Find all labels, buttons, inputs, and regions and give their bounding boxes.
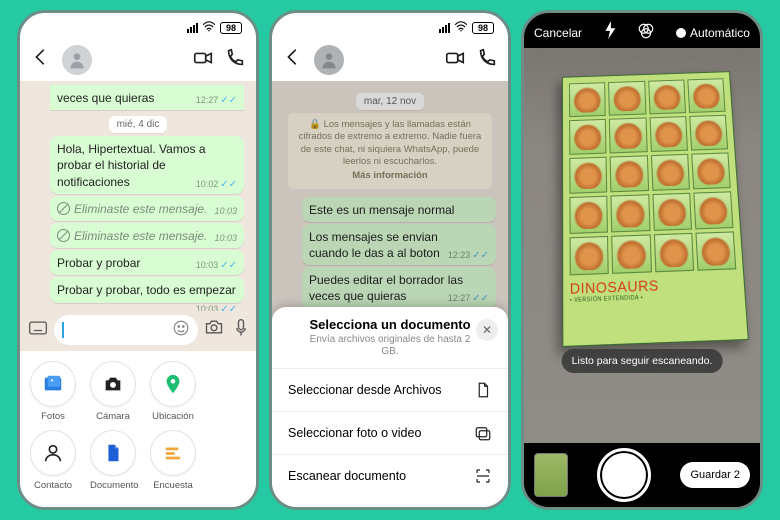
- scanner-top-bar: Cancelar Automático: [524, 13, 760, 48]
- ban-icon: [57, 202, 70, 215]
- cancel-button[interactable]: Cancelar: [534, 26, 582, 40]
- scanned-document: DINOSAURS • VERSIÓN EXTENDIDA •: [562, 71, 749, 347]
- attach-location[interactable]: Ubicación: [150, 361, 196, 422]
- thumbnail-preview[interactable]: [534, 453, 568, 497]
- document-picker-sheet: Selecciona un documento Envía archivos o…: [272, 307, 508, 507]
- message-bubble[interactable]: Puedes editar el borrador las veces que …: [302, 267, 496, 308]
- filter-button[interactable]: [637, 22, 655, 43]
- auto-mode-button[interactable]: Automático: [676, 26, 750, 40]
- status-bar: 98: [272, 13, 508, 39]
- message-text: Probar y probar, todo es empezar: [57, 283, 236, 297]
- chat-header: [20, 39, 256, 81]
- wifi-icon: [202, 21, 216, 35]
- attach-camera[interactable]: Cámara: [90, 361, 136, 422]
- signal-icon: [187, 23, 198, 33]
- save-button[interactable]: Guardar 2: [680, 462, 750, 488]
- phone-document-picker: 98 mar, 12 nov 🔒 Los mensajes y las llam…: [269, 10, 511, 510]
- deleted-message[interactable]: Eliminaste este mensaje. 10:03: [50, 196, 244, 221]
- media-icon: [474, 424, 492, 442]
- message-bubble[interactable]: Hola, Hipertextual. Vamos a probar el hi…: [50, 136, 244, 194]
- scan-icon: [474, 467, 492, 485]
- camera-icon[interactable]: [204, 318, 224, 343]
- deleted-message[interactable]: Eliminaste este mensaje. 10:03: [50, 223, 244, 248]
- chat-body: veces que quieras 12:27✓✓ mié, 4 dic Hol…: [20, 81, 256, 311]
- message-bubble[interactable]: Probar y probar, todo es empezar 10:03✓✓: [50, 277, 244, 302]
- message-bubble[interactable]: Los mensajes se envian cuando le das a a…: [302, 224, 496, 265]
- sheet-title: Selecciona un documento: [302, 317, 478, 332]
- ban-icon: [57, 229, 70, 242]
- avatar[interactable]: [62, 45, 92, 75]
- attach-photos[interactable]: Fotos: [30, 361, 76, 422]
- back-button[interactable]: [282, 46, 304, 74]
- phone-attach-menu: 98 veces que quieras 12:27✓✓ mié, 4 dic …: [17, 10, 259, 510]
- message-bubble[interactable]: veces que quieras 12:27✓✓: [50, 85, 244, 110]
- flash-button[interactable]: [603, 21, 617, 44]
- file-icon: [474, 381, 492, 399]
- shutter-button[interactable]: [597, 448, 651, 502]
- wifi-icon: [454, 21, 468, 35]
- voice-call-button[interactable]: [476, 47, 498, 74]
- phone-scanner: Cancelar Automático DINOSAURS • VERSIÓN …: [521, 10, 763, 510]
- camera-viewfinder[interactable]: DINOSAURS • VERSIÓN EXTENDIDA • Listo pa…: [524, 48, 760, 443]
- battery-level: 98: [220, 22, 242, 34]
- chat-header: [272, 39, 508, 81]
- video-call-button[interactable]: [444, 47, 466, 74]
- keyboard-icon[interactable]: [28, 320, 48, 341]
- date-separator: mar, 12 nov: [280, 93, 500, 107]
- battery-level: 98: [472, 22, 494, 34]
- option-select-photo-video[interactable]: Seleccionar foto o video: [272, 411, 508, 454]
- message-text: veces que quieras: [57, 91, 154, 105]
- back-button[interactable]: [30, 46, 52, 74]
- message-bubble[interactable]: Probar y probar 10:03✓✓: [50, 250, 244, 275]
- avatar[interactable]: [314, 45, 344, 75]
- attach-poll[interactable]: Encuesta: [150, 430, 196, 491]
- message-text: Hola, Hipertextual. Vamos a probar el hi…: [57, 142, 206, 188]
- sheet-subtitle: Envía archivos originales de hasta 2 GB.: [302, 334, 478, 358]
- option-select-from-files[interactable]: Seleccionar desde Archivos: [272, 368, 508, 411]
- encryption-notice[interactable]: 🔒 Los mensajes y las llamadas están cifr…: [288, 113, 492, 189]
- dot-icon: [676, 28, 686, 38]
- option-scan-document[interactable]: Escanear documento: [272, 454, 508, 497]
- message-text: Probar y probar: [57, 256, 140, 270]
- close-button[interactable]: ✕: [476, 319, 498, 341]
- status-bar: 98: [20, 13, 256, 39]
- attachment-sheet: Fotos Cámara Ubicación Contacto Document…: [20, 351, 256, 507]
- attach-document[interactable]: Documento: [90, 430, 136, 491]
- mic-icon[interactable]: [234, 318, 248, 343]
- input-row: [20, 311, 256, 351]
- scanner-bottom-bar: Guardar 2: [524, 443, 760, 507]
- video-call-button[interactable]: [192, 47, 214, 74]
- signal-icon: [439, 23, 450, 33]
- voice-call-button[interactable]: [224, 47, 246, 74]
- message-bubble[interactable]: Este es un mensaje normal 12:23✓✓: [302, 197, 496, 222]
- date-separator: mié, 4 dic: [28, 116, 248, 130]
- sticker-icon[interactable]: [172, 319, 190, 342]
- attach-contact[interactable]: Contacto: [30, 430, 76, 491]
- scan-toast: Listo para seguir escaneando.: [562, 349, 723, 373]
- message-input[interactable]: [54, 315, 198, 345]
